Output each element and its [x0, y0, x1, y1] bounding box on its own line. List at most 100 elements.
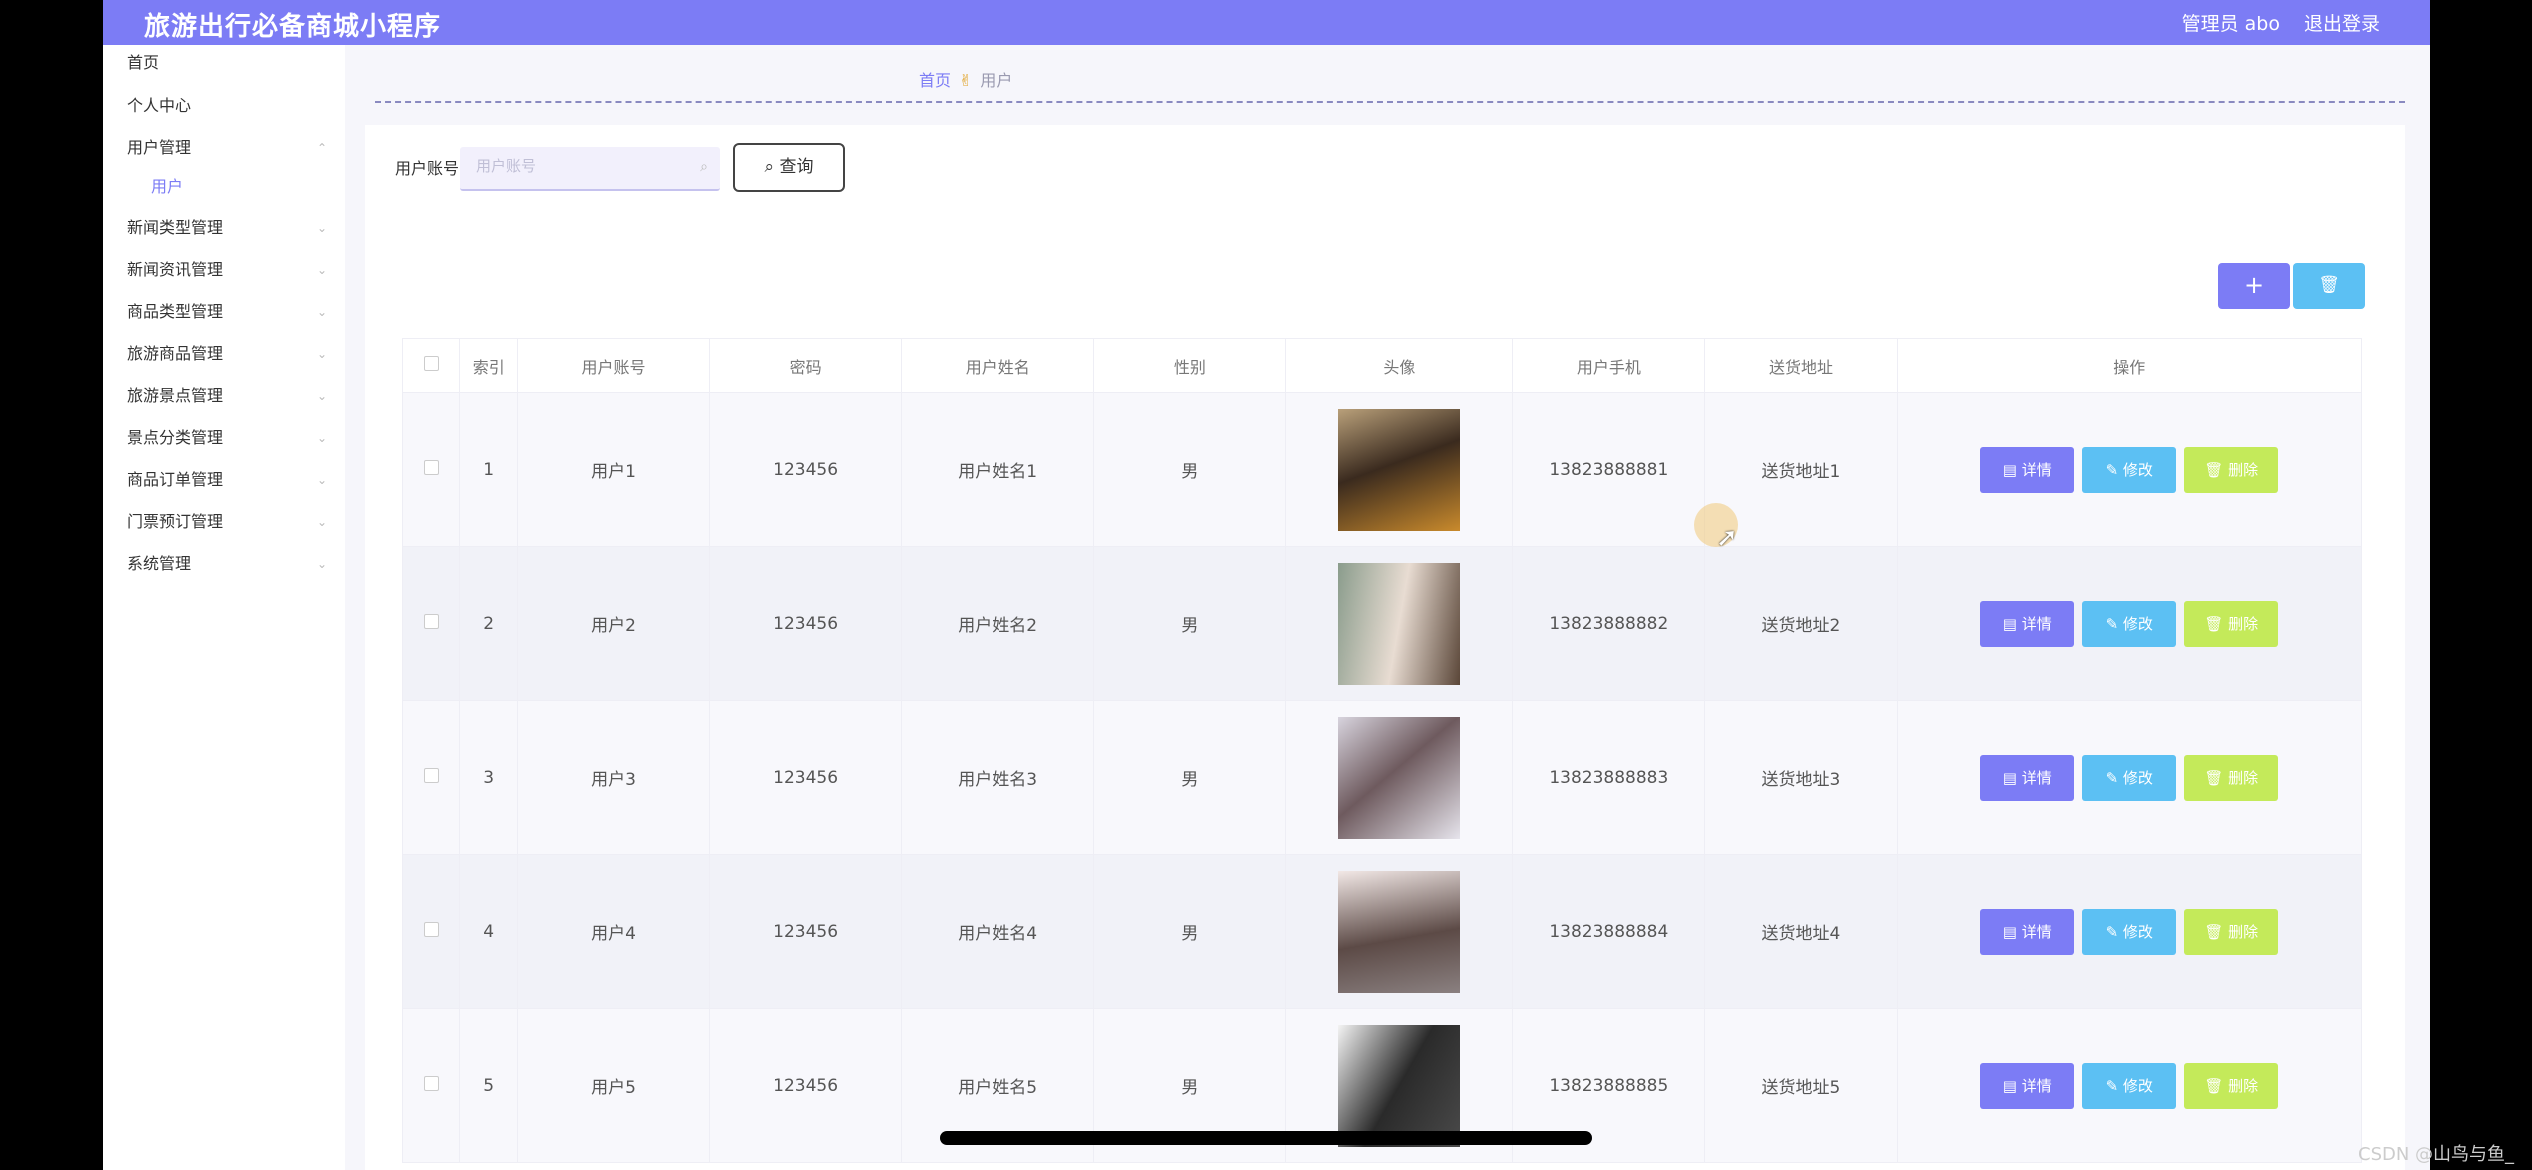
column-header: 操作 — [1896, 338, 2362, 393]
watermark: CSDN @山鸟与鱼_ — [2358, 1144, 2515, 1165]
pointer-cursor-icon: ➚ — [1716, 523, 1738, 553]
sidebar-item-home[interactable]: 首页 — [127, 48, 327, 78]
avatar — [1338, 870, 1461, 993]
chevron-down-icon: ⌄ — [316, 221, 327, 235]
delete-button[interactable]: 🗑 删除 — [2184, 754, 2279, 801]
detail-button[interactable]: ▤ 详情 — [1980, 1062, 2075, 1109]
table-row: 4 用户4 123456 用户姓名4 男 13823888884 送货地址4 ▤… — [401, 854, 2362, 1009]
detail-button[interactable]: ▤ 详情 — [1980, 908, 2075, 955]
detail-label: 详情 — [2021, 460, 2052, 479]
delete-label: 删除 — [2228, 768, 2259, 787]
delete-button[interactable]: 🗑 删除 — [2184, 446, 2279, 493]
detail-label: 详情 — [2021, 614, 2052, 633]
gender-cell: 男 — [1093, 392, 1287, 547]
column-header: 性别 — [1093, 338, 1287, 393]
delete-button[interactable]: 🗑 删除 — [2184, 908, 2279, 955]
avatar — [1338, 716, 1461, 839]
edit-button[interactable]: ✎ 修改 — [2082, 1062, 2177, 1109]
sidebar-item-label: 景点分类管理 — [127, 428, 224, 447]
account-cell: 用户2 — [516, 546, 711, 701]
column-header: 用户账号 — [516, 338, 711, 393]
sidebar-item-attraction-category[interactable]: 景点分类管理 ⌄ — [127, 423, 327, 453]
detail-label: 详情 — [2021, 922, 2052, 941]
detail-button[interactable]: ▤ 详情 — [1980, 446, 2075, 493]
sidebar-item-travel-products[interactable]: 旅游商品管理 ⌄ — [127, 339, 327, 369]
edit-button[interactable]: ✎ 修改 — [2082, 600, 2177, 647]
password-cell: 123456 — [709, 392, 903, 547]
delete-label: 删除 — [2228, 460, 2259, 479]
delete-button[interactable]: 🗑 删除 — [2184, 600, 2279, 647]
search-label: 用户账号 — [395, 159, 460, 178]
query-button[interactable]: ⌕ 查询 — [733, 143, 845, 192]
sidebar-item-system[interactable]: 系统管理 ⌄ — [127, 549, 327, 579]
search-field[interactable]: ⌕ — [460, 147, 720, 191]
main-content: 首页 ✌ 用户 用户账号 ⌕ ⌕ 查询 + 🗑 索引 用户账号 — [345, 45, 2430, 1170]
breadcrumb: 首页 ✌ 用户 — [919, 67, 1012, 91]
pencil-icon: ✎ — [2105, 614, 2123, 633]
sidebar-item-tickets[interactable]: 门票预订管理 ⌄ — [127, 507, 327, 537]
logout-link[interactable]: 退出登录 — [2304, 9, 2380, 36]
column-header: 送货地址 — [1704, 338, 1898, 393]
edit-button[interactable]: ✎ 修改 — [2082, 754, 2177, 801]
chevron-up-icon: ⌃ — [316, 141, 327, 155]
chevron-down-icon: ⌄ — [316, 389, 327, 403]
sidebar-item-news[interactable]: 新闻资讯管理 ⌄ — [127, 255, 327, 285]
row-checkbox[interactable] — [423, 921, 439, 937]
sidebar-item-label: 用户管理 — [127, 138, 192, 157]
pencil-icon: ✎ — [2105, 922, 2123, 941]
detail-label: 详情 — [2021, 1076, 2052, 1095]
name-cell: 用户姓名4 — [901, 854, 1095, 1009]
row-checkbox[interactable] — [423, 1075, 439, 1091]
row-checkbox[interactable] — [423, 767, 439, 783]
pencil-icon: ✎ — [2105, 1076, 2123, 1095]
sidebar: 首页 个人中心 用户管理 ⌃ 用户 新闻类型管理 ⌄ 新闻资讯管理 ⌄ 商品类型管理 ⌄… — [103, 45, 345, 1170]
password-cell: 123456 — [709, 1008, 903, 1163]
sidebar-item-product-type[interactable]: 商品类型管理 ⌄ — [127, 297, 327, 327]
delete-button[interactable]: 🗑 删除 — [2184, 1062, 2279, 1109]
batch-delete-button[interactable]: 🗑 — [2293, 263, 2365, 309]
delete-label: 删除 — [2228, 922, 2259, 941]
gender-cell: 男 — [1093, 700, 1287, 855]
breadcrumb-home[interactable]: 首页 — [919, 71, 951, 90]
index-cell: 4 — [459, 854, 518, 1009]
select-all-cell[interactable] — [401, 338, 461, 393]
edit-label: 修改 — [2122, 460, 2153, 479]
column-header: 头像 — [1285, 338, 1514, 393]
delete-label: 删除 — [2228, 1076, 2259, 1095]
edit-button[interactable]: ✎ 修改 — [2082, 908, 2177, 955]
table-row: 3 用户3 123456 用户姓名3 男 13823888883 送货地址3 ▤… — [401, 700, 2362, 855]
sidebar-item-user-management[interactable]: 用户管理 ⌃ — [127, 133, 327, 163]
row-checkbox[interactable] — [423, 459, 439, 475]
sidebar-item-label: 新闻资讯管理 — [127, 260, 224, 279]
address-cell: 送货地址3 — [1704, 700, 1898, 855]
chevron-down-icon: ⌄ — [316, 347, 327, 361]
add-button[interactable]: + — [2218, 263, 2290, 309]
sidebar-item-profile[interactable]: 个人中心 — [127, 91, 327, 121]
hand-icon: ✌ — [959, 71, 973, 90]
trash-icon: 🗑 — [2204, 614, 2229, 633]
sidebar-item-users[interactable]: 用户 — [151, 172, 351, 202]
phone-cell: 13823888881 — [1512, 392, 1706, 547]
sidebar-item-attractions[interactable]: 旅游景点管理 ⌄ — [127, 381, 327, 411]
index-cell: 5 — [459, 1008, 518, 1163]
row-checkbox[interactable] — [423, 613, 439, 629]
gender-cell: 男 — [1093, 854, 1287, 1009]
chevron-down-icon: ⌄ — [316, 263, 327, 277]
sidebar-item-label: 系统管理 — [127, 554, 192, 573]
sidebar-item-label: 新闻类型管理 — [127, 218, 224, 237]
account-cell: 用户5 — [516, 1008, 711, 1163]
search-input[interactable] — [476, 157, 686, 175]
search-icon: ⌕ — [700, 159, 708, 175]
document-icon: ▤ — [2002, 1076, 2022, 1095]
trash-icon: 🗑 — [2204, 922, 2229, 941]
sidebar-item-news-type[interactable]: 新闻类型管理 ⌄ — [127, 213, 327, 243]
detail-button[interactable]: ▤ 详情 — [1980, 600, 2075, 647]
column-header: 用户手机 — [1512, 338, 1706, 393]
edit-button[interactable]: ✎ 修改 — [2082, 446, 2177, 493]
address-cell: 送货地址2 — [1704, 546, 1898, 701]
detail-button[interactable]: ▤ 详情 — [1980, 754, 2075, 801]
select-all-checkbox[interactable] — [423, 356, 439, 371]
chevron-down-icon: ⌄ — [316, 305, 327, 319]
home-indicator[interactable] — [940, 1131, 1592, 1145]
sidebar-item-orders[interactable]: 商品订单管理 ⌄ — [127, 465, 327, 495]
